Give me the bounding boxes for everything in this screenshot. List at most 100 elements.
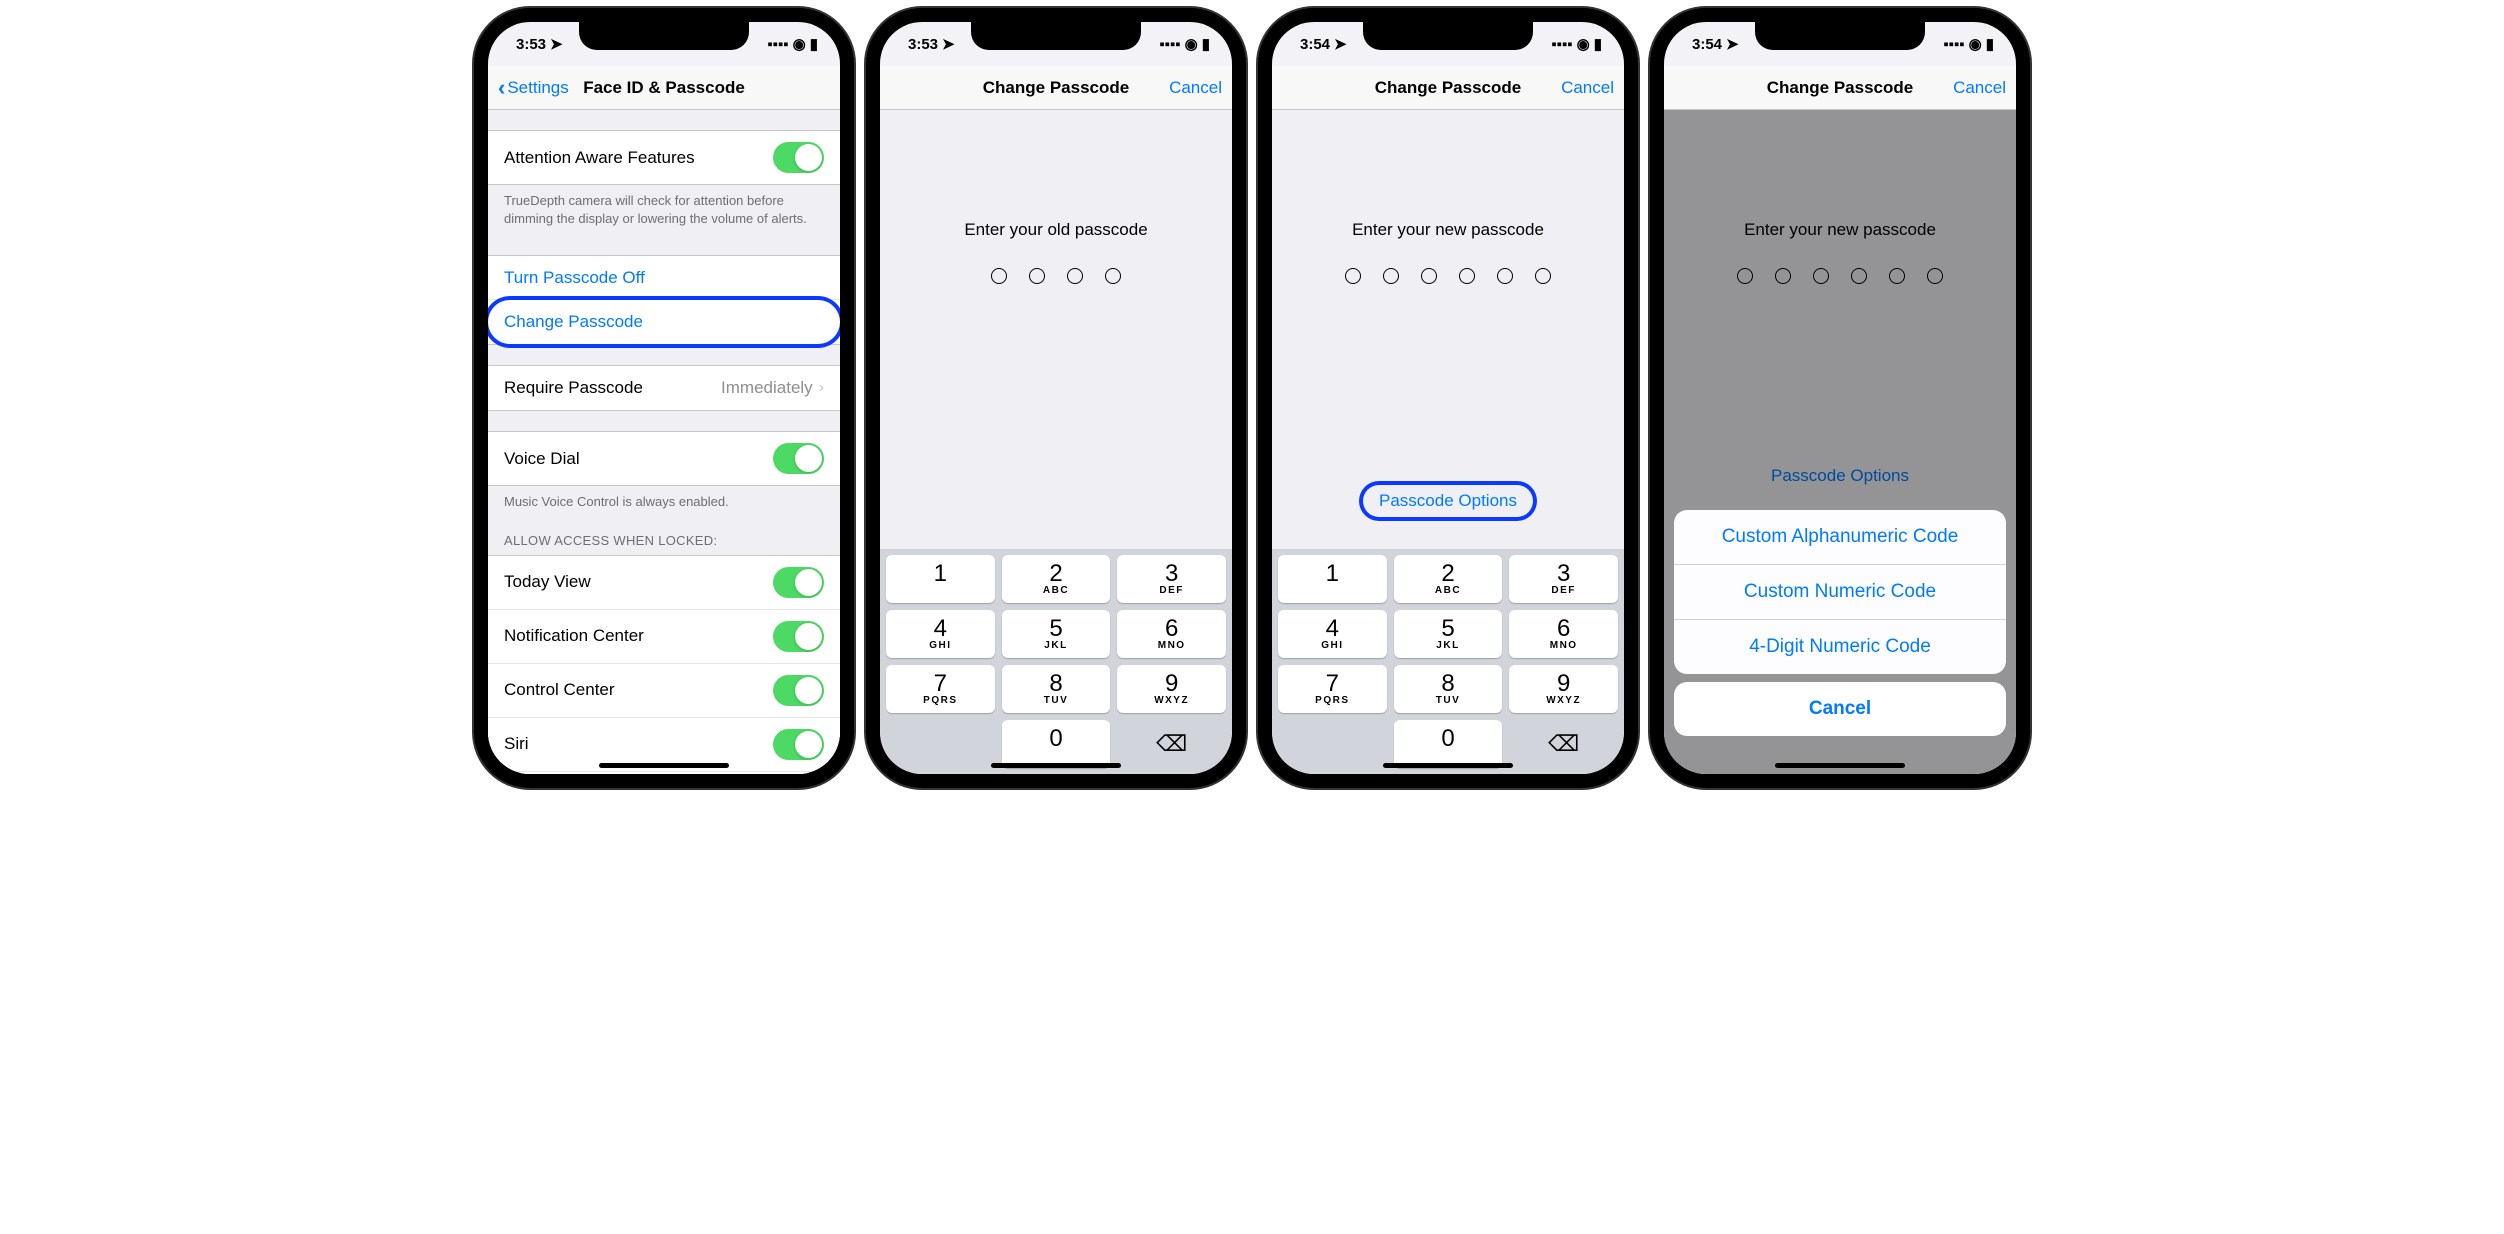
page-title: Change Passcode (983, 78, 1129, 98)
toggle-switch[interactable] (773, 675, 824, 706)
keypad-key-6[interactable]: 6MNO (1117, 610, 1226, 658)
wifi-icon: ◉ (1969, 35, 1982, 53)
cancel-button[interactable]: Cancel (1142, 78, 1222, 98)
allow-access-row[interactable]: Today View (488, 556, 840, 610)
passcode-dot (1459, 268, 1475, 284)
keypad-key-9[interactable]: 9WXYZ (1509, 665, 1618, 713)
battery-icon: ▮ (810, 35, 818, 53)
change-passcode-row[interactable]: Change Passcode (488, 300, 840, 344)
phone-frame-1: 3:53➤ ▪▪▪▪◉▮ ‹Settings Face ID & Passcod… (474, 8, 854, 788)
backspace-key[interactable]: ⌫ (1509, 720, 1618, 768)
keypad-key-0[interactable]: 0 (1394, 720, 1503, 768)
sheet-cancel-button[interactable]: Cancel (1674, 682, 2006, 736)
key-letters: MNO (1158, 640, 1186, 651)
key-number: 9 (1557, 672, 1570, 696)
keypad-key-3[interactable]: 3DEF (1509, 555, 1618, 603)
key-number: 6 (1557, 617, 1570, 641)
chevron-right-icon: › (819, 379, 824, 397)
wifi-icon: ◉ (1185, 35, 1198, 53)
require-passcode-row[interactable]: Require Passcode Immediately › (488, 366, 840, 410)
sheet-option[interactable]: 4-Digit Numeric Code (1674, 620, 2006, 674)
keypad-key-8[interactable]: 8TUV (1394, 665, 1503, 713)
keypad-key-1[interactable]: 1 (886, 555, 995, 603)
allow-access-row[interactable]: Notification Center (488, 610, 840, 664)
keypad-key-9[interactable]: 9WXYZ (1117, 665, 1226, 713)
toggle-switch[interactable] (773, 443, 824, 474)
toggle-switch[interactable] (773, 567, 824, 598)
backspace-key[interactable]: ⌫ (1117, 720, 1226, 768)
cancel-button[interactable]: Cancel (1534, 78, 1614, 98)
key-letters: DEF (1159, 585, 1184, 596)
key-number: 0 (1441, 727, 1454, 751)
notch (971, 22, 1141, 50)
row-label: Turn Passcode Off (504, 268, 645, 288)
sheet-option[interactable]: Custom Alphanumeric Code (1674, 510, 2006, 565)
back-button[interactable]: ‹Settings (498, 77, 578, 99)
passcode-entry-area: Enter your new passcode Passcode Options (1272, 110, 1624, 549)
allow-access-row[interactable]: Reply with Message (488, 772, 840, 774)
footer-text: Music Voice Control is always enabled. (488, 486, 840, 518)
home-indicator[interactable] (1383, 763, 1513, 768)
toggle-switch[interactable] (773, 621, 824, 652)
key-number: 3 (1165, 562, 1178, 586)
home-indicator[interactable] (991, 763, 1121, 768)
toggle-switch[interactable] (773, 729, 824, 760)
passcode-dot (1029, 268, 1045, 284)
row-label: Change Passcode (504, 312, 643, 332)
keypad-key-8[interactable]: 8TUV (1002, 665, 1111, 713)
page-title: Face ID & Passcode (583, 78, 745, 98)
turn-passcode-off-row[interactable]: Turn Passcode Off (488, 256, 840, 300)
home-indicator[interactable] (599, 763, 729, 768)
key-letters: JKL (1044, 640, 1067, 651)
attention-aware-row[interactable]: Attention Aware Features (488, 131, 840, 184)
key-number: 1 (934, 562, 947, 586)
keypad-key-5[interactable]: 5JKL (1002, 610, 1111, 658)
signal-icon: ▪▪▪▪ (1159, 36, 1180, 53)
keypad-key-0[interactable]: 0 (1002, 720, 1111, 768)
key-letters: MNO (1550, 640, 1578, 651)
cancel-button[interactable]: Cancel (1926, 78, 2006, 98)
passcode-dots (991, 268, 1121, 284)
row-label: Require Passcode (504, 378, 643, 398)
action-sheet: Custom Alphanumeric CodeCustom Numeric C… (1674, 510, 2006, 744)
location-icon: ➤ (1726, 35, 1739, 53)
keypad-key-5[interactable]: 5JKL (1394, 610, 1503, 658)
key-number: 7 (934, 672, 947, 696)
keypad-key-2[interactable]: 2ABC (1002, 555, 1111, 603)
section-header: ALLOW ACCESS WHEN LOCKED: (488, 519, 840, 555)
home-indicator[interactable] (1775, 763, 1905, 768)
keypad-key-4[interactable]: 4GHI (886, 610, 995, 658)
keypad-key-6[interactable]: 6MNO (1509, 610, 1618, 658)
passcode-dot (1383, 268, 1399, 284)
key-number: 4 (934, 617, 947, 641)
voice-dial-row[interactable]: Voice Dial (488, 432, 840, 485)
key-number: 9 (1165, 672, 1178, 696)
allow-access-row[interactable]: Control Center (488, 664, 840, 718)
location-icon: ➤ (1334, 35, 1347, 53)
sheet-option[interactable]: Custom Numeric Code (1674, 565, 2006, 620)
status-time: 3:53 (516, 36, 546, 53)
battery-icon: ▮ (1594, 35, 1602, 53)
keypad-key-7[interactable]: 7PQRS (886, 665, 995, 713)
phone-frame-3: 3:54➤ ▪▪▪▪◉▮ Change Passcode Cancel Ente… (1258, 8, 1638, 788)
signal-icon: ▪▪▪▪ (1551, 36, 1572, 53)
key-number: 5 (1441, 617, 1454, 641)
keypad-key-1[interactable]: 1 (1278, 555, 1387, 603)
keypad-key-4[interactable]: 4GHI (1278, 610, 1387, 658)
row-value: Immediately (721, 378, 813, 398)
key-number: 4 (1326, 617, 1339, 641)
toggle-switch[interactable] (773, 142, 824, 173)
notch (1755, 22, 1925, 50)
row-label: Voice Dial (504, 449, 580, 469)
keypad-key-3[interactable]: 3DEF (1117, 555, 1226, 603)
location-icon: ➤ (942, 35, 955, 53)
keypad-key-2[interactable]: 2ABC (1394, 555, 1503, 603)
key-letters: ABC (1435, 585, 1461, 596)
row-label: Notification Center (504, 626, 644, 646)
row-label: Today View (504, 572, 591, 592)
key-number: 2 (1049, 562, 1062, 586)
key-letters: PQRS (1315, 695, 1349, 706)
passcode-options-button[interactable]: Passcode Options (1363, 485, 1533, 517)
key-letters: GHI (1321, 640, 1343, 651)
keypad-key-7[interactable]: 7PQRS (1278, 665, 1387, 713)
